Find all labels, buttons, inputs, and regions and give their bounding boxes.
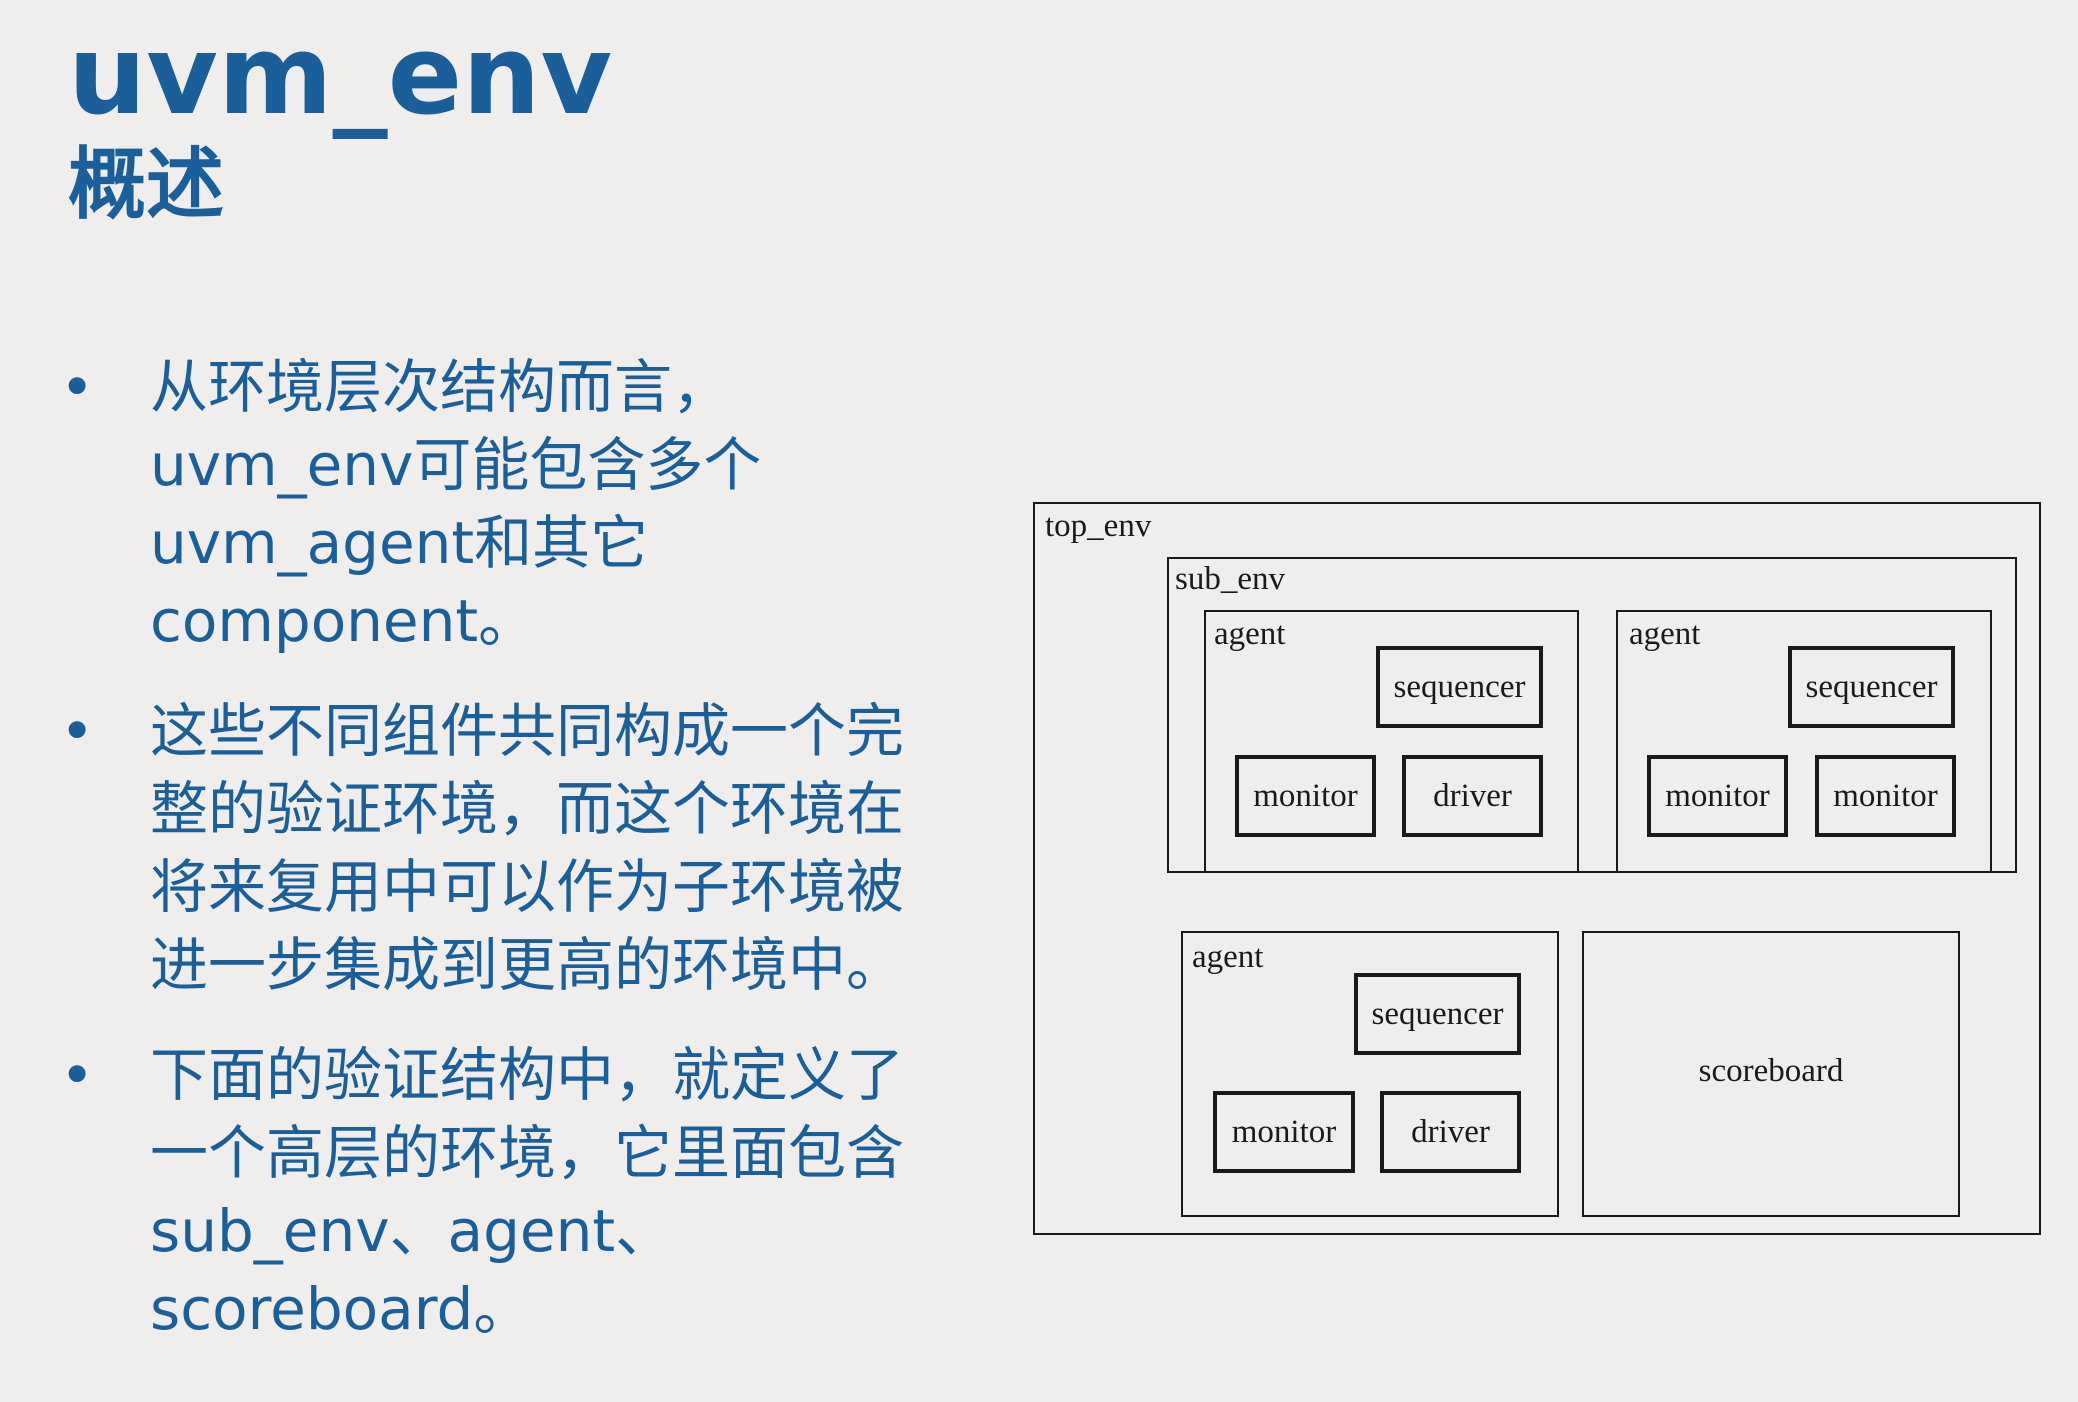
bullet-line: 从环境层次结构而言， (150, 353, 731, 421)
bullet-list: • 从环境层次结构而言， uvm_env可能包含多个 uvm_agent和其它 … (60, 348, 1010, 1380)
scoreboard-box: scoreboard (1582, 931, 1960, 1217)
bullet-line: 整的验证环境，而这个环境在 (150, 775, 905, 843)
agent-label: agent (1192, 939, 1264, 975)
bullet-dot: • (60, 697, 95, 765)
bullet-item-1: • 从环境层次结构而言， uvm_env可能包含多个 uvm_agent和其它 … (60, 348, 1010, 660)
bullet-item-3: • 下面的验证结构中，就定义了 一个高层的环境，它里面包含 sub_env、ag… (60, 1036, 1010, 1348)
sub-env-label: sub_env (1175, 561, 1285, 597)
slide-subtitle: 概述 (68, 140, 225, 230)
sequencer-box: sequencer (1354, 973, 1521, 1055)
bullet-line: 这些不同组件共同构成一个完 (150, 697, 905, 765)
bullet-dot: • (60, 353, 95, 421)
bullet-item-2: • 这些不同组件共同构成一个完 整的验证环境，而这个环境在 将来复用中可以作为子… (60, 692, 1010, 1004)
agent-box: agent sequencer monitor monitor (1616, 610, 1992, 873)
bullet-line: uvm_env可能包含多个 (150, 431, 762, 499)
bullet-line: 一个高层的环境，它里面包含 (150, 1119, 905, 1187)
sub-env-box: sub_env agent sequencer monitor driver a… (1167, 557, 2017, 873)
bullet-line: uvm_agent和其它 (150, 509, 649, 577)
driver-box: driver (1380, 1091, 1521, 1173)
sequencer-box: sequencer (1376, 646, 1543, 728)
bullet-line: 下面的验证结构中，就定义了 (150, 1041, 905, 1109)
sequencer-box: sequencer (1788, 646, 1955, 728)
top-env-box: top_env sub_env agent sequencer monitor … (1033, 502, 2041, 1235)
scoreboard-label: scoreboard (1698, 1053, 1844, 1089)
monitor-box: monitor (1235, 755, 1376, 837)
bullet-line: component。 (150, 587, 537, 655)
top-env-label: top_env (1045, 508, 1152, 544)
bullet-dot: • (60, 1041, 95, 1109)
bullet-line: 进一步集成到更高的环境中。 (150, 931, 905, 999)
agent-box: agent sequencer monitor driver (1181, 931, 1559, 1217)
driver-box: driver (1402, 755, 1543, 837)
monitor-box: monitor (1647, 755, 1788, 837)
agent-box: agent sequencer monitor driver (1204, 610, 1579, 873)
bullet-line: sub_env、agent、 (150, 1197, 674, 1265)
bullet-line: 将来复用中可以作为子环境被 (150, 853, 905, 921)
agent-label: agent (1629, 616, 1701, 652)
bullet-line: scoreboard。 (150, 1275, 532, 1343)
monitor-box: monitor (1213, 1091, 1355, 1173)
slide-title: uvm_env (68, 11, 613, 139)
monitor-box: monitor (1815, 755, 1956, 837)
agent-label: agent (1214, 616, 1286, 652)
